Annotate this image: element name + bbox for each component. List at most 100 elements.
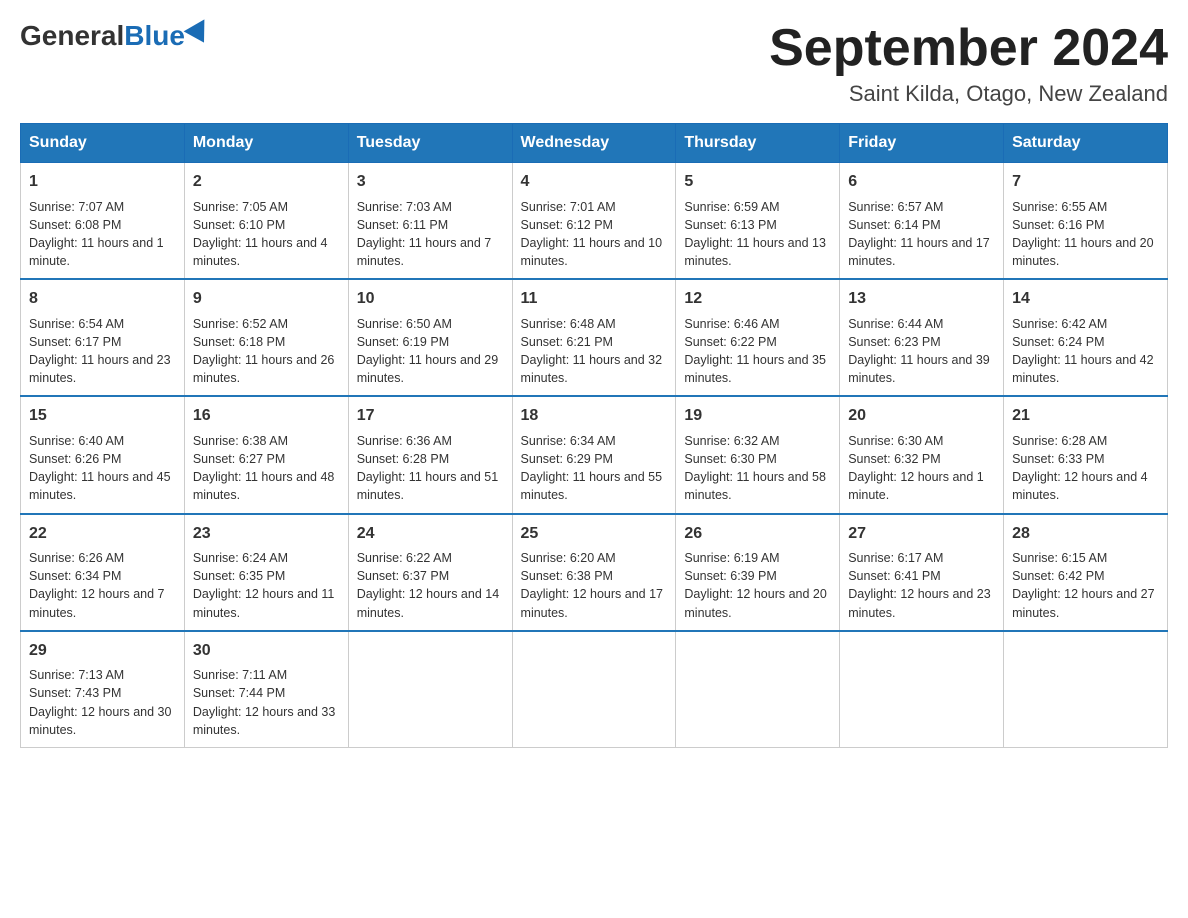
day-info: Sunrise: 6:42 AMSunset: 6:24 PMDaylight:… [1012,317,1154,386]
day-info: Sunrise: 6:38 AMSunset: 6:27 PMDaylight:… [193,434,335,503]
calendar-table: Sunday Monday Tuesday Wednesday Thursday… [20,123,1168,748]
day-info: Sunrise: 6:59 AMSunset: 6:13 PMDaylight:… [684,200,826,269]
table-row: 8 Sunrise: 6:54 AMSunset: 6:17 PMDayligh… [21,279,185,396]
day-number: 16 [193,405,340,427]
day-info: Sunrise: 6:54 AMSunset: 6:17 PMDaylight:… [29,317,171,386]
table-row: 6 Sunrise: 6:57 AMSunset: 6:14 PMDayligh… [840,163,1004,280]
table-row: 2 Sunrise: 7:05 AMSunset: 6:10 PMDayligh… [184,163,348,280]
day-info: Sunrise: 6:40 AMSunset: 6:26 PMDaylight:… [29,434,171,503]
day-number: 25 [521,523,668,545]
day-number: 15 [29,405,176,427]
table-row: 23 Sunrise: 6:24 AMSunset: 6:35 PMDaylig… [184,514,348,631]
table-row [840,631,1004,748]
table-row [676,631,840,748]
day-info: Sunrise: 6:30 AMSunset: 6:32 PMDaylight:… [848,434,984,503]
table-row: 3 Sunrise: 7:03 AMSunset: 6:11 PMDayligh… [348,163,512,280]
day-number: 20 [848,405,995,427]
day-number: 3 [357,171,504,193]
day-info: Sunrise: 6:19 AMSunset: 6:39 PMDaylight:… [684,551,826,620]
calendar-header-row: Sunday Monday Tuesday Wednesday Thursday… [21,124,1168,163]
table-row: 30 Sunrise: 7:11 AMSunset: 7:44 PMDaylig… [184,631,348,748]
table-row: 9 Sunrise: 6:52 AMSunset: 6:18 PMDayligh… [184,279,348,396]
day-number: 23 [193,523,340,545]
table-row: 16 Sunrise: 6:38 AMSunset: 6:27 PMDaylig… [184,396,348,513]
table-row: 11 Sunrise: 6:48 AMSunset: 6:21 PMDaylig… [512,279,676,396]
page-header: General Blue September 2024 Saint Kilda,… [20,20,1168,107]
day-number: 18 [521,405,668,427]
table-row: 24 Sunrise: 6:22 AMSunset: 6:37 PMDaylig… [348,514,512,631]
day-number: 29 [29,640,176,662]
table-row: 25 Sunrise: 6:20 AMSunset: 6:38 PMDaylig… [512,514,676,631]
table-row: 7 Sunrise: 6:55 AMSunset: 6:16 PMDayligh… [1004,163,1168,280]
header-thursday: Thursday [676,124,840,163]
day-number: 7 [1012,171,1159,193]
day-info: Sunrise: 6:46 AMSunset: 6:22 PMDaylight:… [684,317,826,386]
table-row: 15 Sunrise: 6:40 AMSunset: 6:26 PMDaylig… [21,396,185,513]
day-info: Sunrise: 6:48 AMSunset: 6:21 PMDaylight:… [521,317,663,386]
day-info: Sunrise: 6:44 AMSunset: 6:23 PMDaylight:… [848,317,990,386]
calendar-row: 29 Sunrise: 7:13 AMSunset: 7:43 PMDaylig… [21,631,1168,748]
table-row: 10 Sunrise: 6:50 AMSunset: 6:19 PMDaylig… [348,279,512,396]
day-number: 6 [848,171,995,193]
day-info: Sunrise: 6:17 AMSunset: 6:41 PMDaylight:… [848,551,990,620]
month-title: September 2024 [769,20,1168,77]
day-info: Sunrise: 6:36 AMSunset: 6:28 PMDaylight:… [357,434,499,503]
table-row: 18 Sunrise: 6:34 AMSunset: 6:29 PMDaylig… [512,396,676,513]
table-row: 21 Sunrise: 6:28 AMSunset: 6:33 PMDaylig… [1004,396,1168,513]
day-info: Sunrise: 7:01 AMSunset: 6:12 PMDaylight:… [521,200,663,269]
day-number: 8 [29,288,176,310]
calendar-row: 1 Sunrise: 7:07 AMSunset: 6:08 PMDayligh… [21,163,1168,280]
day-number: 22 [29,523,176,545]
day-number: 27 [848,523,995,545]
day-info: Sunrise: 6:20 AMSunset: 6:38 PMDaylight:… [521,551,663,620]
day-number: 13 [848,288,995,310]
day-number: 4 [521,171,668,193]
logo: General Blue [20,20,211,52]
day-number: 21 [1012,405,1159,427]
logo-triangle-icon [184,19,215,48]
table-row: 5 Sunrise: 6:59 AMSunset: 6:13 PMDayligh… [676,163,840,280]
day-number: 12 [684,288,831,310]
day-number: 5 [684,171,831,193]
day-number: 11 [521,288,668,310]
day-number: 1 [29,171,176,193]
table-row: 20 Sunrise: 6:30 AMSunset: 6:32 PMDaylig… [840,396,1004,513]
day-info: Sunrise: 6:15 AMSunset: 6:42 PMDaylight:… [1012,551,1154,620]
day-info: Sunrise: 6:50 AMSunset: 6:19 PMDaylight:… [357,317,499,386]
table-row: 1 Sunrise: 7:07 AMSunset: 6:08 PMDayligh… [21,163,185,280]
day-number: 30 [193,640,340,662]
day-info: Sunrise: 6:34 AMSunset: 6:29 PMDaylight:… [521,434,663,503]
logo-general: General [20,20,124,52]
day-number: 24 [357,523,504,545]
day-number: 26 [684,523,831,545]
day-info: Sunrise: 7:03 AMSunset: 6:11 PMDaylight:… [357,200,492,269]
day-number: 10 [357,288,504,310]
logo-blue-container: Blue [124,20,211,52]
header-saturday: Saturday [1004,124,1168,163]
day-info: Sunrise: 7:13 AMSunset: 7:43 PMDaylight:… [29,668,171,737]
day-number: 28 [1012,523,1159,545]
table-row: 19 Sunrise: 6:32 AMSunset: 6:30 PMDaylig… [676,396,840,513]
table-row [348,631,512,748]
day-number: 19 [684,405,831,427]
day-info: Sunrise: 6:22 AMSunset: 6:37 PMDaylight:… [357,551,499,620]
logo-text: General Blue [20,20,211,52]
table-row: 14 Sunrise: 6:42 AMSunset: 6:24 PMDaylig… [1004,279,1168,396]
table-row: 13 Sunrise: 6:44 AMSunset: 6:23 PMDaylig… [840,279,1004,396]
day-number: 9 [193,288,340,310]
header-wednesday: Wednesday [512,124,676,163]
day-info: Sunrise: 6:57 AMSunset: 6:14 PMDaylight:… [848,200,990,269]
header-friday: Friday [840,124,1004,163]
day-info: Sunrise: 6:52 AMSunset: 6:18 PMDaylight:… [193,317,335,386]
table-row: 22 Sunrise: 6:26 AMSunset: 6:34 PMDaylig… [21,514,185,631]
day-number: 14 [1012,288,1159,310]
logo-blue: Blue [124,20,185,52]
title-area: September 2024 Saint Kilda, Otago, New Z… [769,20,1168,107]
day-info: Sunrise: 6:55 AMSunset: 6:16 PMDaylight:… [1012,200,1154,269]
header-tuesday: Tuesday [348,124,512,163]
day-info: Sunrise: 6:24 AMSunset: 6:35 PMDaylight:… [193,551,335,620]
location-subtitle: Saint Kilda, Otago, New Zealand [769,81,1168,107]
day-number: 17 [357,405,504,427]
table-row: 26 Sunrise: 6:19 AMSunset: 6:39 PMDaylig… [676,514,840,631]
header-sunday: Sunday [21,124,185,163]
